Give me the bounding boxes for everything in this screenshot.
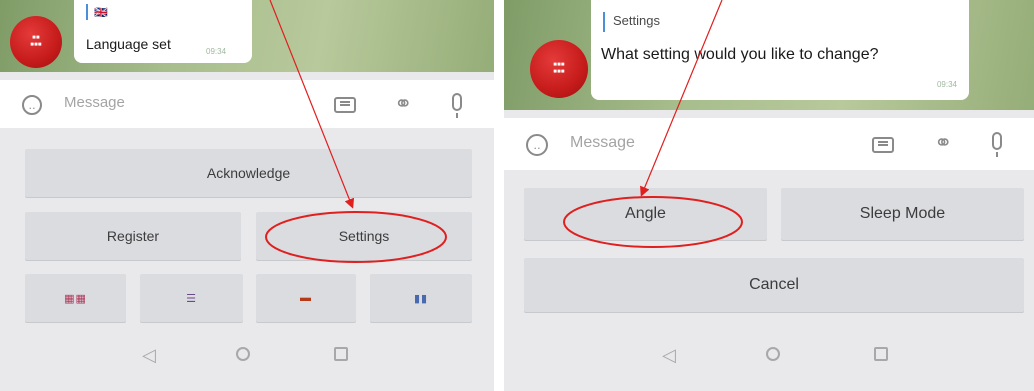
avatar-logo: ■■■ ■■■ bbox=[553, 62, 565, 75]
flag-fr-icon: ▮▮ bbox=[413, 292, 429, 305]
system-nav-bar: ◁ bbox=[504, 321, 1034, 391]
message-input-bar: ․․ Message ⚭ bbox=[0, 80, 494, 128]
keyboard-icon[interactable] bbox=[872, 137, 894, 153]
left-chat-screen: ■■ ■■■ 🇬🇧 Language set 09:34 ․․ Message ⚭… bbox=[0, 0, 494, 391]
keyboard-icon[interactable] bbox=[334, 97, 356, 113]
reply-indicator bbox=[86, 4, 88, 20]
settings-button[interactable]: Settings bbox=[256, 212, 472, 260]
acknowledge-button[interactable]: Acknowledge bbox=[25, 149, 472, 197]
flag-nl-icon: ☰ bbox=[186, 292, 197, 305]
flag-fr-button[interactable]: ▮▮ bbox=[370, 274, 472, 322]
paperclip-icon[interactable]: ⚭ bbox=[394, 91, 412, 117]
message-text: What setting would you like to change? bbox=[601, 46, 879, 63]
reply-flag-icon: 🇬🇧 bbox=[94, 7, 108, 19]
flag-uk-icon: ▦▦ bbox=[64, 292, 87, 305]
angle-button[interactable]: Angle bbox=[524, 188, 767, 240]
message-bubble[interactable]: Settings What setting would you like to … bbox=[591, 0, 969, 100]
smiley-icon[interactable]: ․․ bbox=[526, 134, 548, 156]
register-button[interactable]: Register bbox=[25, 212, 241, 260]
system-nav-bar: ◁ bbox=[0, 321, 494, 391]
flag-uk-button[interactable]: ▦▦ bbox=[25, 274, 126, 322]
back-icon[interactable]: ◁ bbox=[142, 345, 156, 366]
sleep-mode-button[interactable]: Sleep Mode bbox=[781, 188, 1024, 240]
message-input[interactable]: Message bbox=[64, 94, 125, 111]
recent-apps-icon[interactable] bbox=[334, 345, 348, 366]
message-time: 09:34 bbox=[936, 80, 957, 89]
microphone-icon[interactable] bbox=[992, 132, 1002, 157]
message-time: 09:34 bbox=[206, 47, 227, 56]
bot-avatar[interactable]: ■■ ■■■ bbox=[10, 16, 62, 68]
avatar-logo: ■■ ■■■ bbox=[30, 35, 42, 48]
right-chat-screen: ■■■ ■■■ Settings What setting would you l… bbox=[504, 0, 1034, 391]
microphone-icon[interactable] bbox=[452, 93, 462, 118]
reply-title: Settings bbox=[613, 13, 660, 28]
flag-de-button[interactable]: ▬ bbox=[256, 274, 356, 322]
message-input[interactable]: Message bbox=[570, 134, 635, 152]
message-text: Language set bbox=[86, 36, 171, 52]
bot-avatar[interactable]: ■■■ ■■■ bbox=[530, 40, 588, 98]
reply-indicator bbox=[603, 12, 605, 32]
flag-de-icon: ▬ bbox=[300, 292, 312, 304]
cancel-button[interactable]: Cancel bbox=[524, 258, 1024, 312]
message-bubble[interactable]: 🇬🇧 Language set 09:34 bbox=[74, 0, 252, 63]
back-icon[interactable]: ◁ bbox=[662, 345, 676, 366]
recent-apps-icon[interactable] bbox=[874, 345, 888, 366]
message-input-bar: ․․ Message ⚭ bbox=[504, 118, 1034, 170]
paperclip-icon[interactable]: ⚭ bbox=[934, 130, 952, 156]
home-icon[interactable] bbox=[766, 345, 780, 366]
home-icon[interactable] bbox=[236, 345, 250, 366]
flag-nl-button[interactable]: ☰ bbox=[140, 274, 243, 322]
smiley-icon[interactable]: ․․ bbox=[22, 95, 42, 115]
